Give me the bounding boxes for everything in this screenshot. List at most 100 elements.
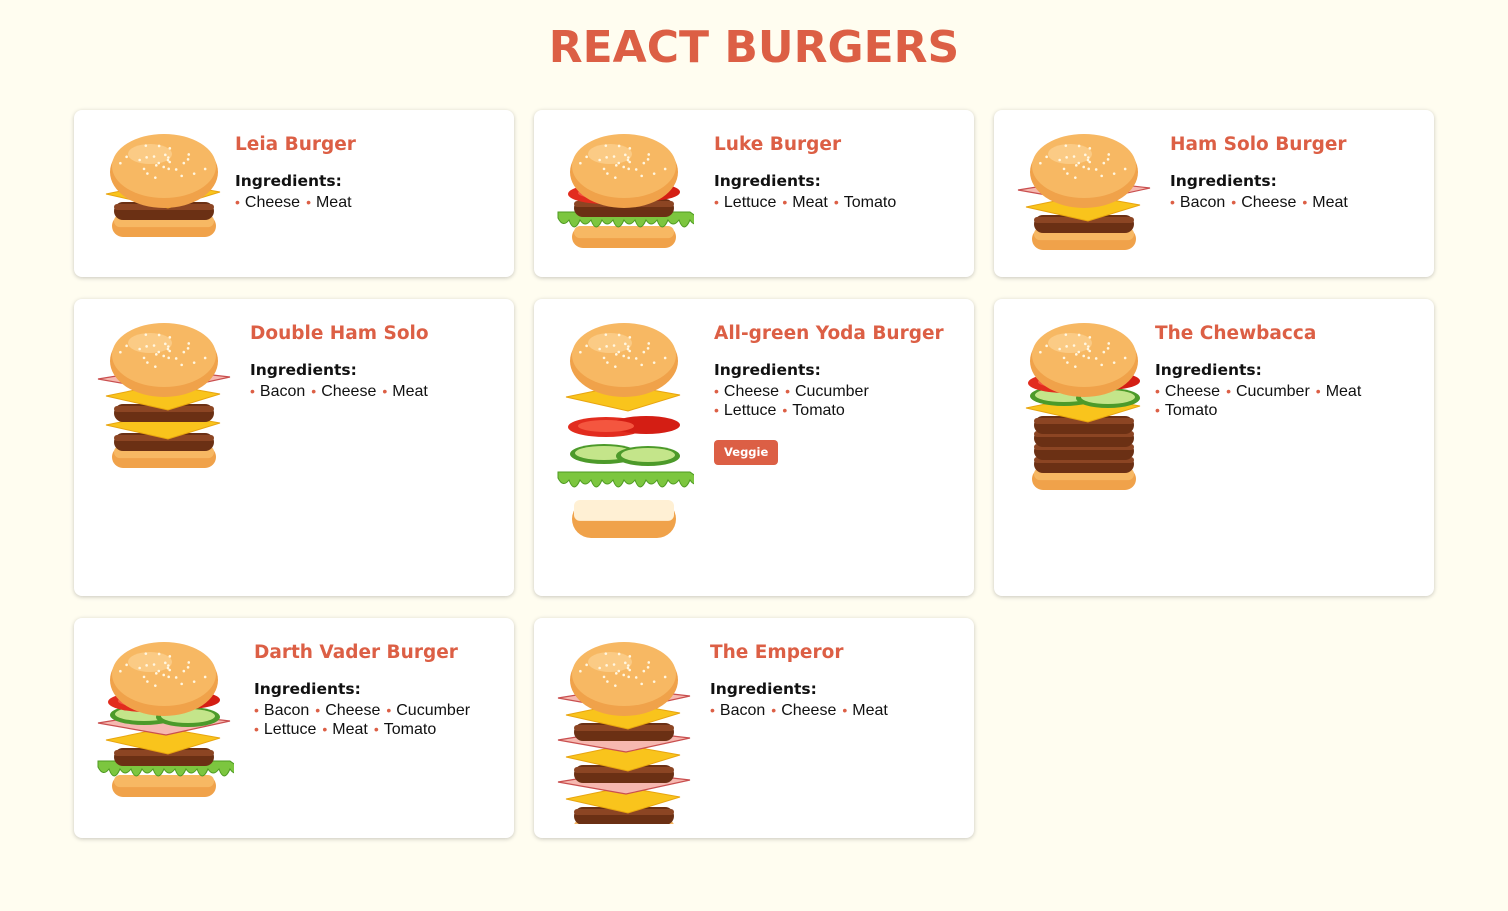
burger-info: Luke Burger Ingredients: • Lettuce • Meat • Tom…	[714, 134, 902, 212]
ingredients-label: Ingredients:	[714, 172, 821, 190]
burger-card: Leia Burger Ingredients: • Cheese • Meat	[74, 110, 514, 277]
burger-name: Luke Burger	[714, 134, 842, 155]
bun-bottom-big-layer	[572, 500, 676, 538]
ingredient-item: Cheese	[723, 383, 780, 400]
ingredient-item: Cheese	[325, 702, 381, 719]
burger-info: The Chewbacca Ingredients: • Cheese • Cucumbe…	[1155, 323, 1367, 420]
burger-illustration	[557, 323, 694, 538]
bullet-icon: •	[782, 194, 788, 210]
bun-bottom-layer	[572, 226, 676, 248]
bullet-icon: •	[386, 702, 392, 718]
bullet-icon: •	[714, 194, 719, 210]
ingredients-label: Ingredients:	[1170, 172, 1277, 190]
bullet-icon: •	[373, 721, 379, 737]
burger-info: Ham Solo Burger Ingredients: • Bacon • Cheese…	[1170, 134, 1354, 212]
ingredient-item: Cheese	[244, 194, 301, 211]
burger-card: Darth Vader Burger Ingredients: • Bacon • Che…	[74, 618, 514, 838]
ingredient-item: Meat	[792, 194, 828, 211]
ingredient-list: • Lettuce • Meat • Tomato	[254, 720, 476, 739]
ingredient-item: Meat	[1312, 194, 1348, 211]
ingredient-item: Tomato	[843, 194, 897, 211]
bullet-icon: •	[1155, 383, 1160, 399]
bullet-icon: •	[785, 383, 790, 399]
ingredient-item: Bacon	[259, 383, 306, 400]
ingredient-item: Meat	[1325, 383, 1362, 400]
ingredient-item: Bacon	[263, 702, 310, 719]
burger-name: Double Ham Solo	[250, 323, 429, 344]
bullet-icon: •	[771, 702, 777, 718]
ingredients-label: Ingredients:	[235, 172, 342, 190]
ingredient-list: • Lettuce • Meat • Tomato	[714, 193, 902, 212]
burger-info: Darth Vader Burger Ingredients: • Bacon • Che…	[254, 642, 476, 739]
bullet-icon: •	[254, 702, 259, 718]
burger-illustration	[97, 323, 231, 468]
ingredient-list: • Bacon • Cheese • Cucumber	[254, 701, 476, 720]
burger-name: Ham Solo Burger	[1170, 134, 1347, 155]
bullet-icon: •	[250, 383, 255, 399]
ingredient-item: Bacon	[1179, 194, 1226, 211]
ingredient-item: Cheese	[1241, 194, 1297, 211]
burger-illustration	[557, 642, 691, 824]
ingredient-item: Meat	[852, 702, 888, 719]
burger-info: Double Ham Solo Ingredients: • Bacon • Cheese…	[250, 323, 434, 401]
bullet-icon: •	[322, 721, 328, 737]
ingredient-list: • Bacon • Cheese • Meat	[1170, 193, 1354, 212]
bun-top-layer	[570, 134, 678, 208]
bun-top-layer	[110, 642, 218, 716]
ingredient-item: Meat	[392, 383, 428, 400]
ingredient-item: Tomato	[383, 721, 437, 738]
ingredient-item: Cheese	[1164, 383, 1221, 400]
ingredient-item: Cucumber	[396, 702, 471, 719]
ingredient-item: Cucumber	[794, 383, 869, 400]
burger-card: Double Ham Solo Ingredients: • Bacon • Cheese…	[74, 299, 514, 596]
bullet-icon: •	[842, 702, 848, 718]
bullet-icon: •	[1315, 383, 1321, 399]
bullet-icon: •	[833, 194, 839, 210]
burger-illustration	[105, 134, 221, 237]
bullet-icon: •	[714, 402, 719, 418]
bullet-icon: •	[315, 702, 321, 718]
bullet-icon: •	[382, 383, 388, 399]
tomato-layer	[568, 416, 680, 437]
ingredient-item: Meat	[332, 721, 368, 738]
burger-card: All-green Yoda Burger Ingredients: • Cheese…	[534, 299, 974, 596]
ingredients-label: Ingredients:	[1155, 361, 1262, 379]
ingredient-list: • Bacon • Cheese • Meat	[710, 701, 894, 720]
bullet-icon: •	[1155, 402, 1160, 418]
burger-card: Luke Burger Ingredients: • Lettuce • Meat • Tom…	[534, 110, 974, 277]
burger-card: Ham Solo Burger Ingredients: • Bacon • Cheese…	[994, 110, 1434, 277]
burger-info: All-green Yoda Burger Ingredients: • Cheese…	[714, 323, 944, 465]
ingredient-list: • Bacon • Cheese • Meat	[250, 382, 434, 401]
burger-name: Leia Burger	[235, 134, 356, 155]
ingredient-item: Lettuce	[723, 194, 777, 211]
bun-top-layer	[1030, 134, 1138, 208]
bullet-icon: •	[710, 702, 715, 718]
ingredients-label: Ingredients:	[250, 361, 357, 379]
burger-illustration	[557, 134, 694, 248]
burger-name: The Chewbacca	[1155, 323, 1317, 344]
burger-name: Darth Vader Burger	[254, 642, 458, 663]
veggie-badge: Veggie	[714, 440, 779, 465]
ingredient-list: • Lettuce • Tomato	[714, 401, 944, 420]
burger-card: The Emperor Ingredients: • Bacon • Cheese • Mea…	[534, 618, 974, 838]
bun-top-layer	[110, 323, 218, 397]
ingredient-list: • Cheese • Cucumber	[714, 382, 944, 401]
bullet-icon: •	[235, 194, 240, 210]
ingredient-item: Meat	[315, 194, 352, 211]
ingredient-item: Bacon	[719, 702, 766, 719]
bullet-icon: •	[1170, 194, 1175, 210]
ingredient-item: Lettuce	[723, 402, 777, 419]
bullet-icon: •	[714, 383, 719, 399]
burger-illustration	[1017, 134, 1151, 250]
ingredient-list: • Cheese • Meat	[235, 193, 358, 212]
bullet-icon: •	[1226, 383, 1231, 399]
burger-name: The Emperor	[710, 642, 844, 663]
bullet-icon: •	[1302, 194, 1308, 210]
ingredients-label: Ingredients:	[710, 680, 817, 698]
bullet-icon: •	[254, 721, 259, 737]
burger-info: Leia Burger Ingredients: • Cheese • Meat	[235, 134, 358, 212]
ingredient-item: Cheese	[321, 383, 377, 400]
bun-top-layer	[570, 642, 678, 716]
bun-top-layer	[1030, 323, 1138, 397]
burger-illustration	[97, 642, 234, 797]
